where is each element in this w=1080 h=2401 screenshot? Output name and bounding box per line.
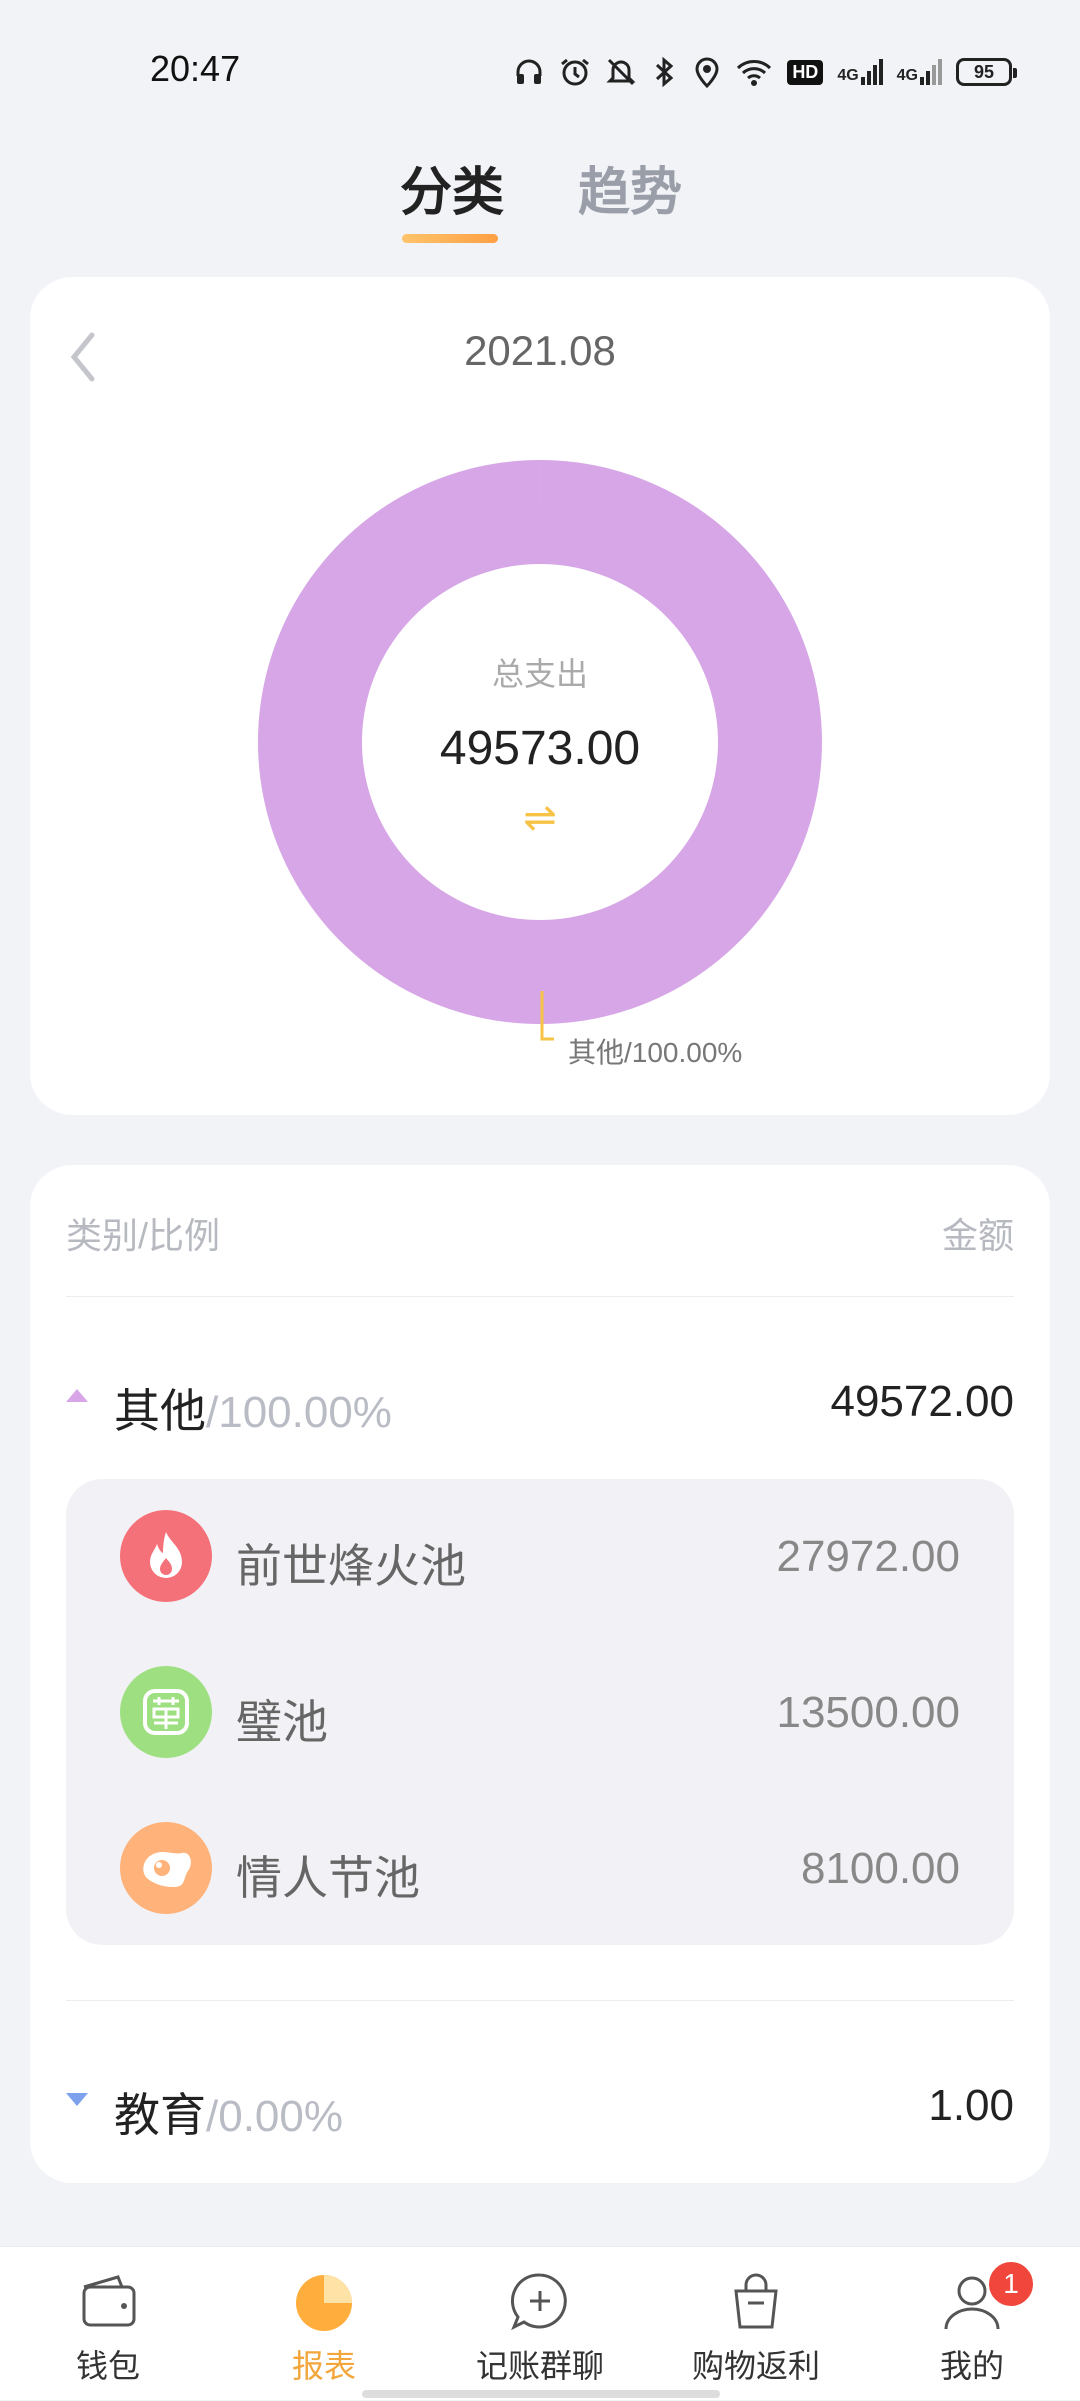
list-header: 类别/比例 金额 bbox=[66, 1207, 1014, 1259]
subcategory-name: 情人节池 bbox=[236, 1852, 420, 1904]
collapse-triangle-icon bbox=[66, 1389, 88, 1402]
tab-active-underline bbox=[402, 234, 498, 243]
nav-label: 我的 bbox=[939, 2348, 1004, 2384]
bottom-nav: 钱包 报表 记账群聊 购物返利 1 我的 bbox=[0, 2246, 1080, 2400]
subcategory-list: 前世烽火池 27972.00 璧池 13500.00 情人节池 8100.00 bbox=[66, 1479, 1014, 1945]
signal-2-icon: 4G bbox=[897, 59, 942, 85]
category-name: 其他 bbox=[114, 1385, 206, 1437]
home-indicator bbox=[362, 2390, 720, 2398]
egg-icon bbox=[120, 1822, 212, 1914]
list-header-left: 类别/比例 bbox=[66, 1215, 221, 1256]
signal-1-icon: 4G bbox=[837, 59, 883, 85]
divider bbox=[66, 2000, 1014, 2001]
category-name: 教育 bbox=[114, 2089, 206, 2141]
category-percent: /0.00% bbox=[206, 2092, 343, 2141]
nav-group-chat[interactable]: 记账群聊 bbox=[432, 2247, 648, 2401]
subcategory-name: 璧池 bbox=[236, 1696, 328, 1748]
alarm-icon bbox=[561, 58, 590, 86]
category-percent: /100.00% bbox=[206, 1388, 392, 1437]
nav-label: 报表 bbox=[291, 2348, 356, 2384]
status-bar: 20:47 HD 4G 4G 95 bbox=[0, 0, 1080, 140]
report-icon bbox=[296, 2275, 352, 2331]
shopping-bag-icon bbox=[734, 2273, 778, 2329]
chart-card: 2021.08 总支出 49573.00 ⇌ 其他/100.00% bbox=[30, 277, 1050, 1115]
status-icons: HD 4G 4G 95 bbox=[513, 52, 1017, 92]
category-amount: 49572.00 bbox=[830, 1377, 1014, 1426]
donut-chart[interactable] bbox=[30, 277, 1050, 1115]
list-header-right: 金额 bbox=[941, 1215, 1014, 1256]
hd-badge: HD bbox=[787, 59, 824, 85]
wifi-icon bbox=[737, 60, 772, 86]
subcategory-item[interactable]: 前世烽火池 27972.00 bbox=[120, 1510, 960, 1602]
category-row-other[interactable]: 其他/100.00% 49572.00 bbox=[66, 1359, 1014, 1439]
divider bbox=[66, 1296, 1014, 1297]
mute-bell-icon bbox=[606, 58, 636, 86]
status-time: 20:47 bbox=[150, 48, 241, 89]
wan-character-icon bbox=[120, 1666, 212, 1758]
nav-wallet[interactable]: 钱包 bbox=[0, 2247, 216, 2401]
nav-report[interactable]: 报表 bbox=[216, 2247, 432, 2401]
nav-mine[interactable]: 1 我的 bbox=[864, 2247, 1080, 2401]
fire-icon bbox=[120, 1510, 212, 1602]
headphones-icon bbox=[516, 59, 542, 84]
notification-badge: 1 bbox=[986, 2259, 1036, 2309]
top-tabs: 分类 趋势 bbox=[0, 150, 1080, 250]
tab-category[interactable]: 分类 bbox=[400, 150, 504, 225]
swap-icon[interactable]: ⇌ bbox=[30, 795, 1050, 841]
battery-icon: 95 bbox=[956, 58, 1017, 86]
nav-label: 购物返利 bbox=[691, 2348, 820, 2384]
subcategory-amount: 8100.00 bbox=[800, 1844, 960, 1893]
subcategory-item[interactable]: 璧池 13500.00 bbox=[120, 1666, 960, 1758]
expand-triangle-icon bbox=[66, 2093, 88, 2106]
nav-shopping[interactable]: 购物返利 bbox=[648, 2247, 864, 2401]
nav-label: 记账群聊 bbox=[475, 2348, 604, 2384]
subcategory-name: 前世烽火池 bbox=[236, 1540, 466, 1592]
location-icon bbox=[695, 57, 719, 88]
wallet-icon bbox=[82, 2275, 136, 2327]
subcategory-amount: 27972.00 bbox=[776, 1532, 960, 1581]
total-expense-title: 总支出 bbox=[491, 656, 588, 692]
chat-add-icon bbox=[510, 2273, 567, 2331]
bluetooth-icon bbox=[656, 56, 674, 88]
subcategory-amount: 13500.00 bbox=[776, 1688, 960, 1737]
category-amount: 1.00 bbox=[928, 2081, 1014, 2130]
category-list-card: 类别/比例 金额 其他/100.00% 49572.00 前世烽火池 27972… bbox=[30, 1165, 1050, 2183]
nav-label: 钱包 bbox=[75, 2348, 140, 2384]
slice-label: 其他/100.00% bbox=[568, 1037, 743, 1068]
total-expense-value: 49573.00 bbox=[439, 722, 641, 775]
subcategory-item[interactable]: 情人节池 8100.00 bbox=[120, 1822, 960, 1914]
category-row-education[interactable]: 教育/0.00% 1.00 bbox=[66, 2063, 1014, 2143]
tab-trend[interactable]: 趋势 bbox=[578, 150, 682, 225]
